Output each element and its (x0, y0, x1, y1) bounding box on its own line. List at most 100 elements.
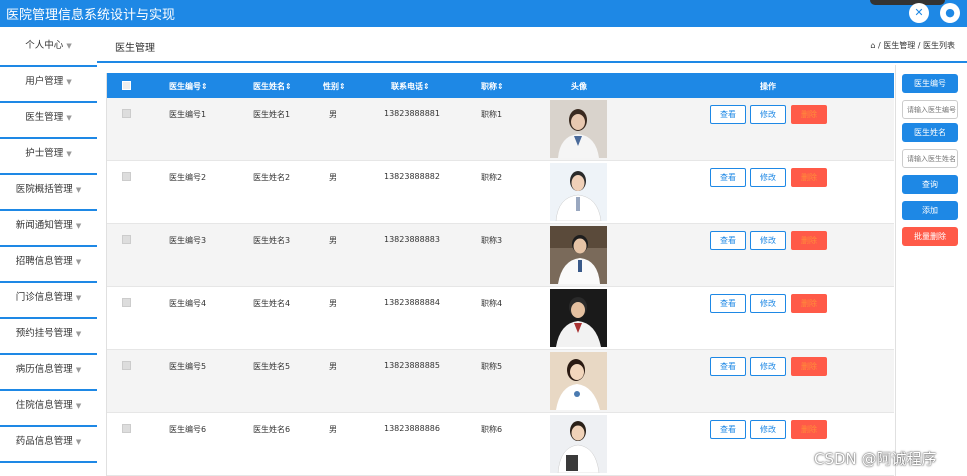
sidebar-item-profile[interactable]: 个人中心 ▼ (0, 29, 97, 63)
view-button[interactable]: 查看 (710, 294, 746, 313)
divider (0, 461, 97, 463)
sidebar-item-label: 预约挂号管理 (15, 328, 73, 339)
table-row: 医生编号6 医生姓名6 男 13823888886 职称6 查看 修改 删除 (107, 413, 894, 476)
sidebar-item-recruitment[interactable]: 招聘信息管理 ▼ (0, 245, 97, 279)
cell-title: 职称4 (481, 299, 503, 308)
cell-name: 医生姓名6 (253, 425, 291, 434)
sidebar-item-label: 门诊信息管理 (15, 292, 73, 303)
table-header: 医生编号⇕ 医生姓名⇕ 性别⇕ 联系电话⇕ 职称⇕ 头像 操作 (107, 73, 894, 98)
add-button[interactable]: 添加 (902, 201, 958, 220)
search-input-name[interactable] (902, 149, 958, 168)
sidebar-item-label: 个人中心 (25, 40, 64, 51)
edit-button[interactable]: 修改 (750, 294, 786, 313)
cell-phone: 13823888883 (384, 235, 440, 244)
view-button[interactable]: 查看 (710, 420, 746, 439)
delete-button[interactable]: 删除 (791, 231, 827, 250)
view-button[interactable]: 查看 (710, 105, 746, 124)
breadcrumb: ⌂ / 医生管理 / 医生列表 (870, 41, 955, 50)
view-button[interactable]: 查看 (710, 168, 746, 187)
chevron-down-icon: ▼ (75, 258, 82, 266)
breadcrumb-bar: 医生管理 ⌂ / 医生管理 / 医生列表 (97, 27, 967, 63)
doctor-avatar (550, 352, 607, 410)
edit-button[interactable]: 修改 (750, 420, 786, 439)
table-row: 医生编号1 医生姓名1 男 13823888881 职称1 查看 修改 删除 (107, 98, 894, 161)
select-all-checkbox[interactable] (122, 81, 131, 90)
edit-button[interactable]: 修改 (750, 231, 786, 250)
sidebar-item-label: 医生管理 (25, 112, 64, 123)
doctor-table: 医生编号⇕ 医生姓名⇕ 性别⇕ 联系电话⇕ 职称⇕ 头像 操作 医生编号1 医生… (106, 73, 894, 476)
view-button[interactable]: 查看 (710, 357, 746, 376)
cell-gender: 男 (329, 110, 337, 119)
sidebar-item-label: 医院概括管理 (15, 184, 73, 195)
column-header-label: 医生编号 (169, 82, 201, 91)
batch-delete-button[interactable]: 批量删除 (902, 227, 958, 246)
cell-name: 医生姓名5 (253, 362, 291, 371)
user-icon[interactable]: ● (940, 3, 960, 23)
delete-button[interactable]: 删除 (791, 420, 827, 439)
search-input-id[interactable] (902, 100, 958, 119)
cell-phone: 13823888882 (384, 172, 440, 181)
sidebar-item-appointments[interactable]: 预约挂号管理 ▼ (0, 317, 97, 351)
delete-button[interactable]: 删除 (791, 294, 827, 313)
row-checkbox[interactable] (122, 361, 131, 370)
sidebar-item-label: 用户管理 (25, 76, 64, 87)
chevron-down-icon: ▼ (75, 294, 82, 302)
sidebar-item-hospital-overview[interactable]: 医院概括管理 ▼ (0, 173, 97, 207)
row-checkbox[interactable] (122, 172, 131, 181)
app-title: 医院管理信息系统设计与实现 (6, 8, 176, 23)
sidebar-item-doctors[interactable]: 医生管理 ▼ (0, 101, 97, 135)
delete-button[interactable]: 删除 (791, 357, 827, 376)
cell-phone: 13823888881 (384, 109, 440, 118)
row-checkbox[interactable] (122, 109, 131, 118)
breadcrumb-path[interactable]: 医生管理 / 医生列表 (883, 41, 955, 50)
column-header-label: 联系电话 (391, 82, 423, 91)
page-title: 医生管理 (115, 43, 155, 54)
cell-gender: 男 (329, 362, 337, 371)
sidebar-item-users[interactable]: 用户管理 ▼ (0, 65, 97, 99)
sidebar-item-news[interactable]: 新闻通知管理 ▼ (0, 209, 97, 243)
chevron-down-icon: ▼ (66, 150, 72, 158)
home-icon[interactable]: ⌂ (870, 41, 875, 50)
chevron-down-icon: ▼ (75, 402, 82, 410)
doctor-avatar (550, 163, 607, 221)
sidebar-item-medicines[interactable]: 药品信息管理 ▼ (0, 425, 97, 459)
column-header-gender[interactable]: 性别⇕ (323, 81, 346, 92)
sidebar-item-outpatient[interactable]: 门诊信息管理 ▼ (0, 281, 97, 315)
row-checkbox[interactable] (122, 235, 131, 244)
column-header-avatar: 头像 (571, 82, 587, 91)
search-panel: 医生编号 医生姓名 查询 添加 批量删除 (895, 65, 967, 476)
column-header-phone[interactable]: 联系电话⇕ (391, 81, 430, 92)
row-checkbox[interactable] (122, 298, 131, 307)
column-header-id[interactable]: 医生编号⇕ (169, 81, 208, 92)
edit-button[interactable]: 修改 (750, 357, 786, 376)
sidebar-item-inpatient[interactable]: 住院信息管理 ▼ (0, 389, 97, 423)
edit-button[interactable]: 修改 (750, 105, 786, 124)
chevron-down-icon: ▼ (75, 186, 82, 194)
cell-title: 职称1 (481, 110, 503, 119)
sidebar: 个人中心 ▼ 用户管理 ▼ 医生管理 ▼ 护士管理 ▼ 医院概括管理 ▼ 新闻通知管理 ▼ … (0, 27, 97, 476)
column-header-title[interactable]: 职称⇕ (481, 81, 504, 92)
delete-button[interactable]: 删除 (791, 105, 827, 124)
sidebar-item-label: 护士管理 (25, 148, 64, 159)
sidebar-item-nurses[interactable]: 护士管理 ▼ (0, 137, 97, 171)
row-checkbox[interactable] (122, 424, 131, 433)
watermark: CSDN @阿诚程序 (814, 450, 937, 468)
cell-id: 医生编号3 (169, 236, 207, 245)
settings-icon[interactable]: ✕ (909, 3, 929, 23)
cell-name: 医生姓名3 (253, 236, 291, 245)
column-header-label: 医生姓名 (253, 82, 285, 91)
column-header-ops: 操作 (760, 82, 776, 91)
sidebar-item-medical-records[interactable]: 病历信息管理 ▼ (0, 353, 97, 387)
view-button[interactable]: 查看 (710, 231, 746, 250)
cell-name: 医生姓名4 (253, 299, 291, 308)
edit-button[interactable]: 修改 (750, 168, 786, 187)
sidebar-item-label: 住院信息管理 (15, 400, 73, 411)
column-header-name[interactable]: 医生姓名⇕ (253, 81, 292, 92)
sidebar-item-label: 病历信息管理 (15, 364, 73, 375)
search-label-id: 医生编号 (902, 74, 958, 93)
doctor-avatar (550, 100, 607, 158)
delete-button[interactable]: 删除 (791, 168, 827, 187)
query-button[interactable]: 查询 (902, 175, 958, 194)
doctor-avatar (550, 289, 607, 347)
table-row: 医生编号5 医生姓名5 男 13823888885 职称5 查看 修改 删除 (107, 350, 894, 413)
